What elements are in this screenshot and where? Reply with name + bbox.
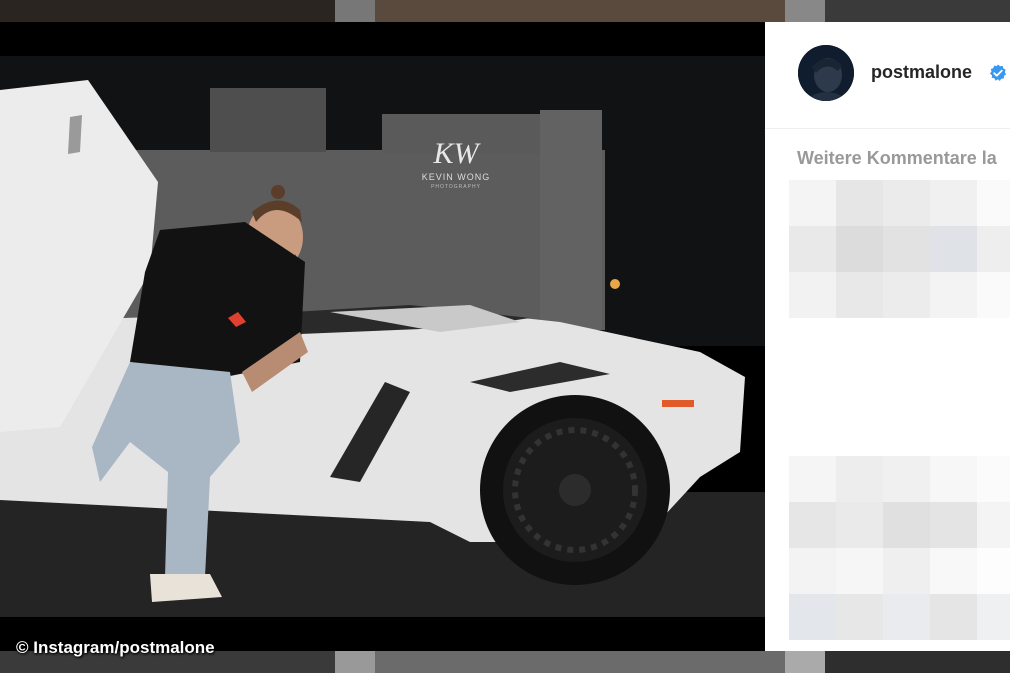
blurred-comments-top [789,180,1010,318]
photographer-subtitle: PHOTOGRAPHY [431,184,481,190]
load-more-comments-link[interactable]: Weitere Kommentare la [797,148,997,169]
photographer-monogram: KW [433,137,482,170]
post-photo[interactable]: KW KEVIN WONG PHOTOGRAPHY [0,22,765,651]
avatar-image [798,45,854,101]
verified-badge-icon [989,64,1007,81]
post-sidebar: postmalone Weitere Kommentare la [765,22,1010,651]
photographer-name: KEVIN WONG [422,172,491,182]
blurred-comments-bottom [789,456,1010,640]
post-header: postmalone [765,22,1010,129]
profile-avatar[interactable] [798,45,854,101]
background-thumbnails-top [0,0,1010,22]
username-link[interactable]: postmalone [871,62,972,83]
copyright-watermark: © Instagram/postmalone [16,638,215,657]
post-photo-illustration: KW KEVIN WONG PHOTOGRAPHY [0,22,765,651]
